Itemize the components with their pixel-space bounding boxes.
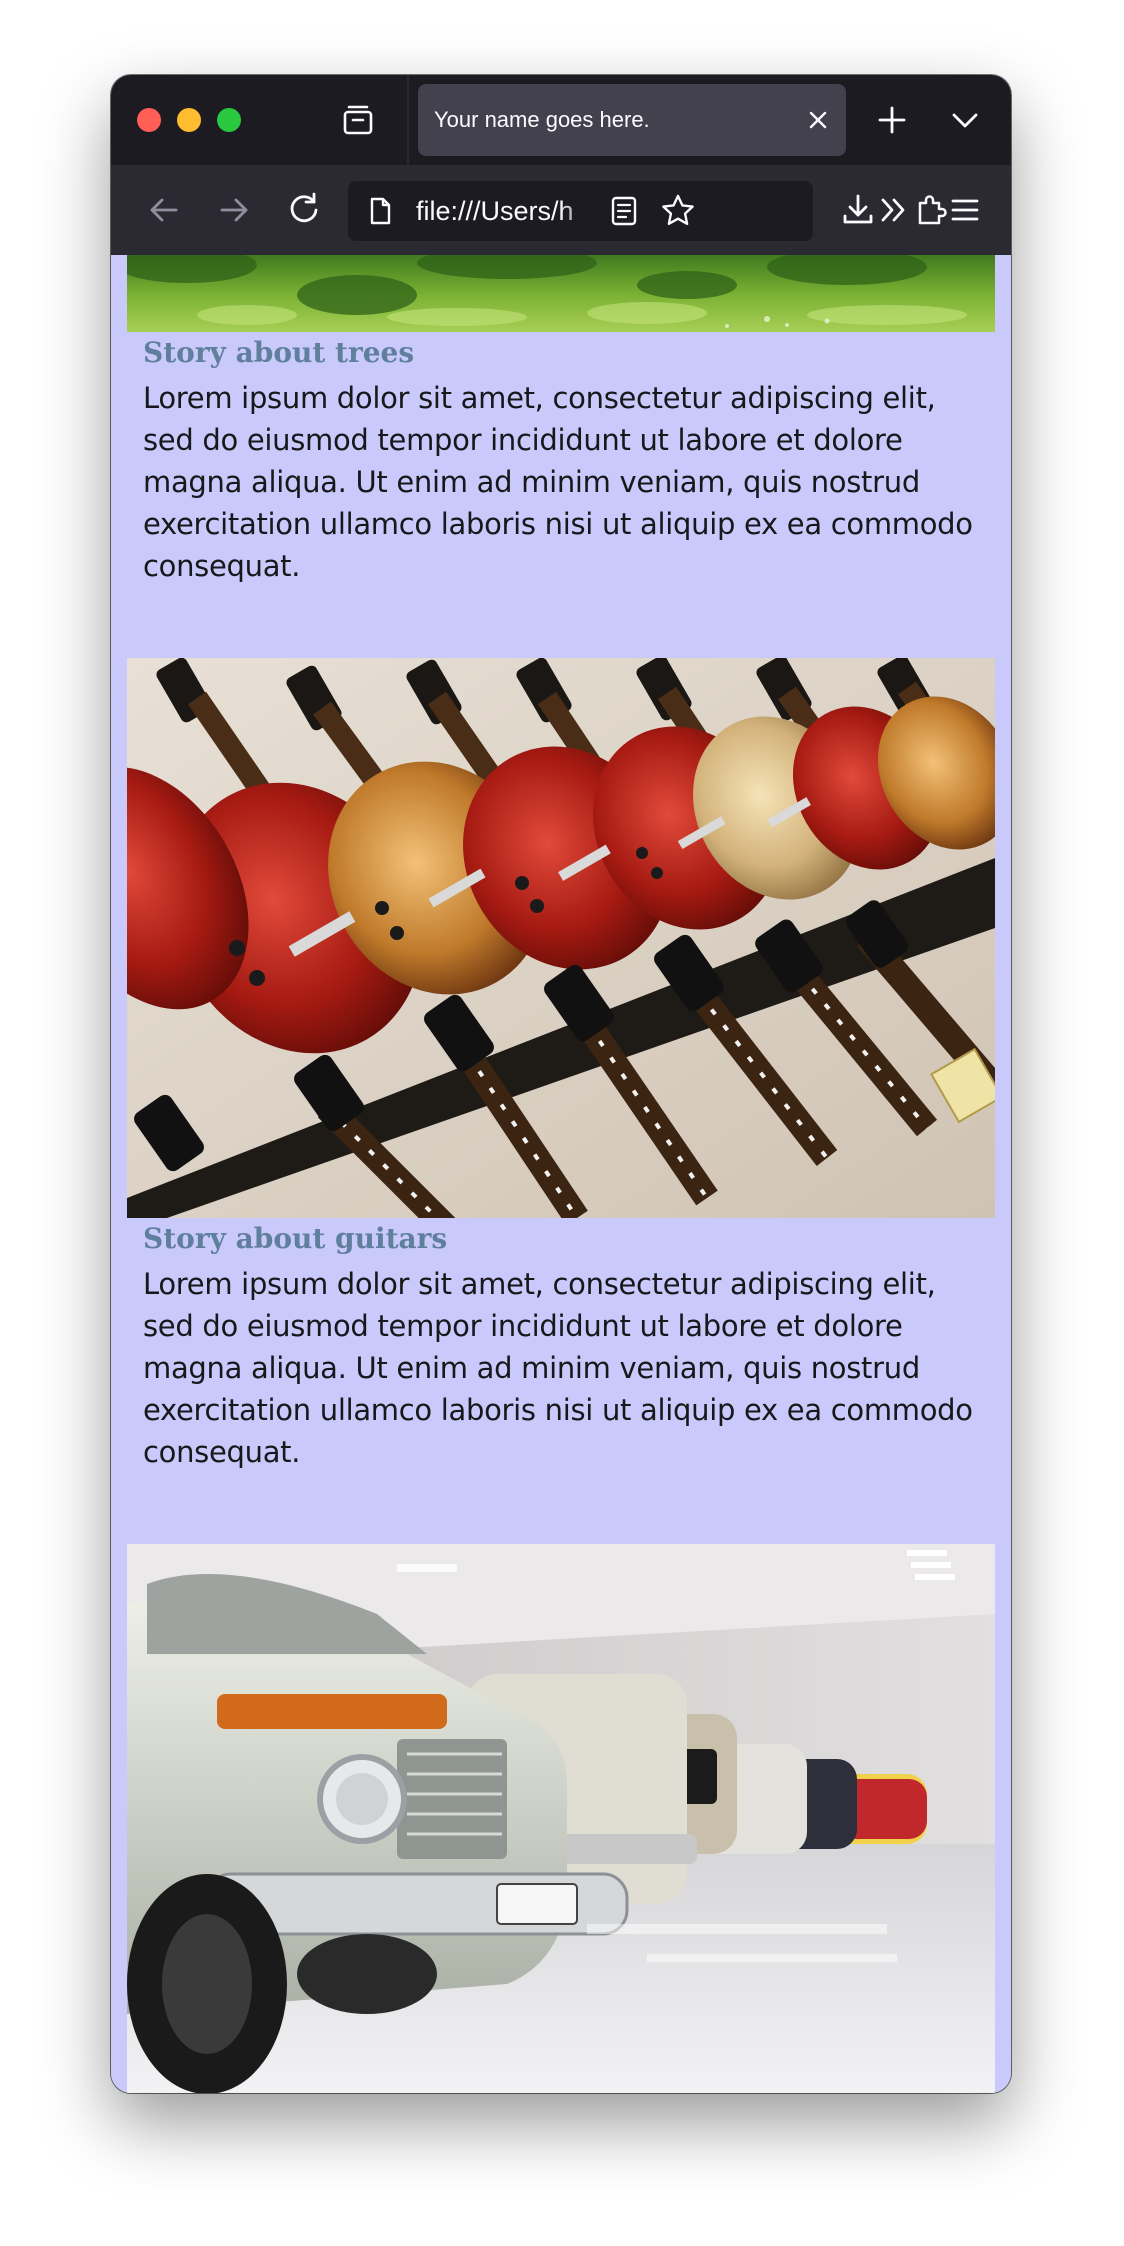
tab-overview-icon[interactable] — [341, 103, 375, 137]
browser-window: Your name goes here. file:///Users/h Sto… — [111, 75, 1011, 2093]
page-content: Story about trees Lorem ipsum dolor sit … — [111, 255, 1011, 2093]
story-body: Lorem ipsum dolor sit amet, consectetur … — [143, 381, 973, 583]
forward-arrow-icon[interactable] — [213, 189, 255, 231]
trees-image — [127, 255, 995, 332]
tab-close-icon[interactable] — [804, 106, 832, 134]
tab-strip-divider — [407, 75, 409, 165]
story-title: Story about guitars — [143, 1222, 448, 1255]
story-body: Lorem ipsum dolor sit amet, consectetur … — [143, 1267, 973, 1469]
application-menu-hamburger-icon[interactable] — [944, 189, 986, 231]
window-close-button[interactable] — [137, 108, 161, 132]
active-tab[interactable]: Your name goes here. — [418, 84, 846, 156]
back-arrow-icon[interactable] — [143, 189, 185, 231]
url-text[interactable]: file:///Users/h — [416, 181, 596, 241]
story-title: Story about trees — [143, 336, 415, 369]
tab-title: Your name goes here. — [434, 107, 650, 132]
more-tools-chevrons-icon[interactable] — [873, 189, 915, 231]
bookmark-star-icon[interactable] — [658, 191, 698, 231]
tab-strip: Your name goes here. — [111, 75, 1011, 165]
reload-icon[interactable] — [283, 189, 325, 231]
reader-view-icon[interactable] — [606, 193, 642, 229]
window-zoom-button[interactable] — [217, 108, 241, 132]
guitars-image — [127, 658, 995, 1218]
page-document-icon[interactable] — [364, 195, 396, 227]
new-tab-plus-icon[interactable] — [874, 102, 910, 138]
list-all-tabs-chevron-down-icon[interactable] — [947, 102, 983, 138]
address-bar[interactable]: file:///Users/h — [348, 181, 813, 241]
window-minimize-button[interactable] — [177, 108, 201, 132]
cars-image — [127, 1544, 995, 2093]
